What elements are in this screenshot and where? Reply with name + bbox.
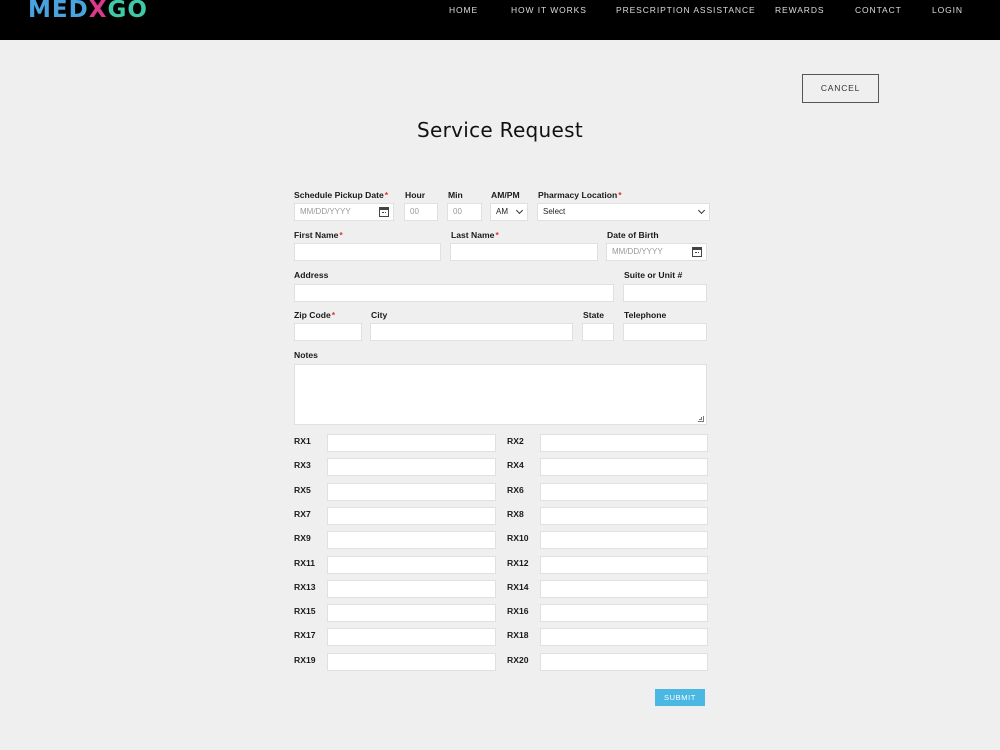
page-title: Service Request xyxy=(416,118,583,142)
rx-label: RX7 xyxy=(294,508,311,519)
chevron-down-icon xyxy=(515,206,524,215)
rx-input[interactable] xyxy=(327,458,496,477)
rx-input[interactable] xyxy=(540,628,708,647)
calendar-icon[interactable] xyxy=(692,247,702,257)
rx-input[interactable] xyxy=(327,482,496,501)
rx-input[interactable] xyxy=(540,434,708,452)
rx-label: RX6 xyxy=(507,484,524,495)
rx-input[interactable] xyxy=(327,652,496,671)
rx-input[interactable] xyxy=(327,555,496,574)
rx-input[interactable] xyxy=(540,458,708,477)
rx-label: RX1 xyxy=(294,436,311,446)
chevron-down-icon xyxy=(697,206,706,215)
suite-label: Suite or Unit # xyxy=(624,270,683,280)
rx-label: RX17 xyxy=(294,630,316,641)
pharmacy-label: Pharmacy Location* xyxy=(538,190,622,200)
state-label: State xyxy=(583,310,605,320)
medxgo-logo[interactable]: MEDXGO xyxy=(28,0,148,26)
rx-label: RX5 xyxy=(294,484,311,495)
nav-home[interactable]: HOME xyxy=(449,0,478,20)
rx-input[interactable] xyxy=(327,604,496,623)
hour-label: Hour xyxy=(405,190,426,200)
pharmacy-select[interactable]: Select xyxy=(537,203,710,221)
rx-input[interactable] xyxy=(327,506,496,525)
min-input[interactable]: 00 xyxy=(447,203,482,221)
rx-input[interactable] xyxy=(540,506,708,525)
rx-label: RX9 xyxy=(294,533,311,544)
rx-label: RX20 xyxy=(507,654,529,665)
rx-input[interactable] xyxy=(540,555,708,574)
rx-input[interactable] xyxy=(540,579,708,598)
rx-input[interactable] xyxy=(327,531,496,550)
rx-label: RX13 xyxy=(294,581,316,592)
rx-label: RX11 xyxy=(294,557,316,568)
address-label: Address xyxy=(294,270,329,280)
zip-label: Zip Code* xyxy=(294,310,336,320)
state-input[interactable] xyxy=(582,323,614,341)
dob-label: Date of Birth xyxy=(607,230,659,240)
rx-label: RX12 xyxy=(507,557,529,568)
rx-label: RX2 xyxy=(507,436,524,446)
nav-rewards[interactable]: REWARDS xyxy=(775,0,824,20)
rx-label: RX10 xyxy=(507,533,529,544)
zip-input[interactable] xyxy=(294,323,362,341)
hour-input[interactable]: 00 xyxy=(404,203,438,221)
first-name-input[interactable] xyxy=(294,243,441,261)
notes-label: Notes xyxy=(294,350,318,360)
top-navigation-bar: MEDXGO HOME HOW IT WORKS PRESCRIPTION AS… xyxy=(0,0,1000,40)
rx-input[interactable] xyxy=(540,604,708,623)
telephone-input[interactable] xyxy=(623,323,707,341)
rx-label: RX16 xyxy=(507,606,529,617)
nav-login[interactable]: LOGIN xyxy=(932,0,963,20)
nav-prescription-assistance[interactable]: PRESCRIPTION ASSISTANCE xyxy=(616,0,756,20)
rx-input[interactable] xyxy=(540,482,708,501)
first-name-label: First Name* xyxy=(294,230,343,240)
notes-textarea[interactable] xyxy=(294,364,707,425)
city-input[interactable] xyxy=(370,323,573,341)
rx-label: RX14 xyxy=(507,581,529,592)
rx-label: RX4 xyxy=(507,460,524,471)
pickup-date-label: Schedule Pickup Date* xyxy=(294,190,389,200)
nav-contact[interactable]: CONTACT xyxy=(855,0,902,20)
rx-input[interactable] xyxy=(540,652,708,671)
cancel-button[interactable]: CANCEL xyxy=(802,74,879,103)
suite-input[interactable] xyxy=(623,284,707,302)
rx-input[interactable] xyxy=(540,531,708,550)
address-input[interactable] xyxy=(294,284,614,302)
last-name-label: Last Name* xyxy=(451,230,499,240)
rx-label: RX18 xyxy=(507,630,529,641)
pickup-date-input[interactable]: MM/DD/YYYY xyxy=(294,203,394,221)
submit-button[interactable]: SUBMIT xyxy=(655,689,705,706)
last-name-input[interactable] xyxy=(450,243,598,261)
rx-label: RX19 xyxy=(294,654,316,665)
telephone-label: Telephone xyxy=(624,310,667,320)
ampm-select[interactable]: AM xyxy=(490,203,528,221)
resize-grip-icon[interactable] xyxy=(698,416,704,422)
rx-label: RX8 xyxy=(507,508,524,519)
calendar-icon[interactable] xyxy=(379,207,389,217)
rx-input[interactable] xyxy=(327,434,496,452)
ampm-label: AM/PM xyxy=(491,190,520,200)
rx-input[interactable] xyxy=(327,628,496,647)
rx-label: RX3 xyxy=(294,460,311,471)
rx-label: RX15 xyxy=(294,606,316,617)
rx-input[interactable] xyxy=(327,579,496,598)
city-label: City xyxy=(371,310,388,320)
nav-how-it-works[interactable]: HOW IT WORKS xyxy=(511,0,587,20)
min-label: Min xyxy=(448,190,463,200)
dob-input[interactable]: MM/DD/YYYY xyxy=(606,243,707,261)
